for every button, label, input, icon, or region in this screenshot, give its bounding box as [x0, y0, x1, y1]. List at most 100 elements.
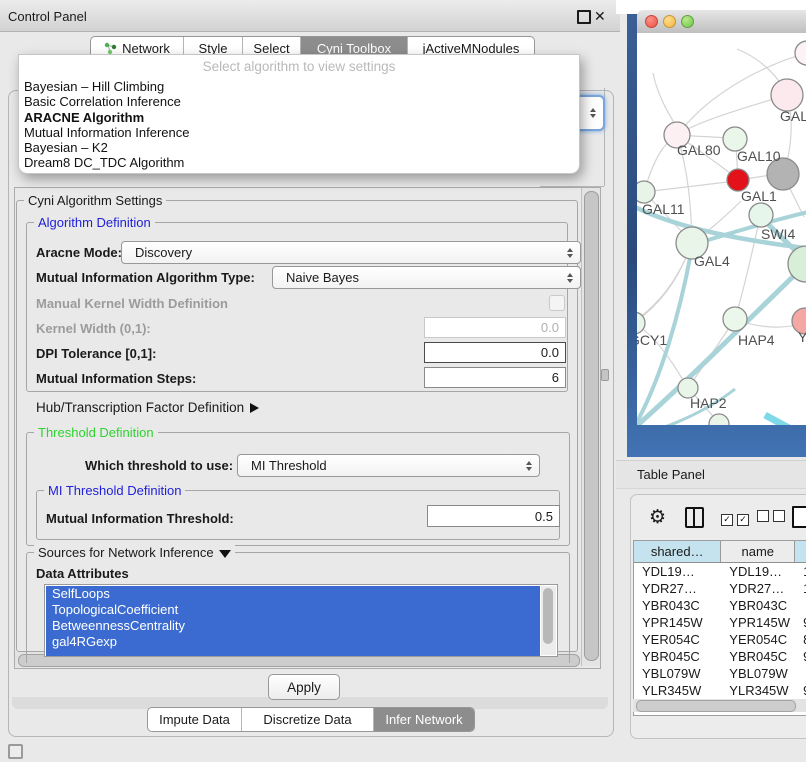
algorithm-option[interactable]: Bayesian – Hill Climbing: [24, 79, 579, 94]
sources-title: Sources for Network Inference: [34, 545, 235, 560]
attribute-item-partial: [46, 650, 540, 656]
algorithm-option[interactable]: Basic Correlation Inference: [24, 94, 579, 109]
node-label-gal1: GAL1: [741, 188, 777, 204]
mi-algorithm-type-value: Naive Bayes: [286, 270, 359, 285]
list-scrollbar-thumb[interactable]: [543, 588, 553, 644]
combo-arrows-icon: [590, 108, 596, 118]
groupbox-fragment: [540, 186, 604, 187]
algorithm-dropdown-popup: Select algorithm to view settings Bayesi…: [18, 54, 580, 174]
minimize-traffic-light-icon[interactable]: [663, 15, 676, 28]
tab-infer-network[interactable]: Infer Network: [374, 708, 474, 731]
table-cell: YPR145W: [634, 615, 721, 630]
table-row[interactable]: YBR043CYBR043C: [634, 597, 806, 614]
table-row[interactable]: YLR345WYLR345W9.: [634, 682, 806, 699]
mi-algorithm-type-combo[interactable]: Naive Bayes: [272, 266, 581, 289]
manual-kernel-checkbox[interactable]: [549, 295, 565, 311]
node-cut-top[interactable]: [795, 41, 806, 65]
mi-threshold-field[interactable]: 0.5: [427, 505, 560, 527]
kernel-width-label: Kernel Width (0,1):: [36, 321, 151, 336]
kernel-width-value: 0.0: [541, 320, 559, 335]
hub-definition-label: Hub/Transcription Factor Definition: [36, 400, 244, 415]
dpi-tolerance-field[interactable]: 0.0: [424, 342, 566, 363]
mi-threshold-group-title: MI Threshold Definition: [44, 483, 185, 498]
column-header-2[interactable]: name: [721, 541, 795, 562]
network-graph: GALGAL80GAL10GAL1GAL11SWI4GAL4GCY1HAP4YH…: [637, 33, 806, 425]
apply-button[interactable]: Apply: [268, 674, 340, 700]
export-table-icon[interactable]: [792, 506, 806, 528]
table-cell: YLR345W: [634, 683, 721, 698]
tab-discretize-data[interactable]: Discretize Data: [242, 708, 374, 731]
table-cell: YDL19…: [721, 564, 795, 579]
node-label-gal80: GAL80: [677, 142, 721, 158]
column-header-3[interactable]: A: [795, 541, 806, 562]
data-attributes-list[interactable]: SelfLoopsTopologicalCoefficientBetweenne…: [44, 584, 558, 657]
node-hap4[interactable]: [723, 307, 747, 331]
float-window-icon[interactable]: [577, 10, 591, 24]
node-pink-top[interactable]: [771, 79, 803, 111]
node-gal11[interactable]: [637, 181, 655, 203]
collapse-down-icon[interactable]: [219, 550, 231, 558]
close-icon[interactable]: ✕: [594, 9, 606, 23]
table-row[interactable]: YDR27…YDR27…12: [634, 580, 806, 597]
node-table[interactable]: shared…nameA YDL19…YDL19…13YDR27…YDR27…1…: [633, 540, 806, 716]
aracne-mode-combo[interactable]: Discovery: [121, 241, 581, 264]
close-traffic-light-icon[interactable]: [645, 15, 658, 28]
dock-panel-icon[interactable]: [8, 744, 23, 759]
attribute-item[interactable]: gal4RGexp: [46, 634, 540, 650]
mi-algorithm-type-label: Mutual Information Algorithm Type:: [36, 270, 255, 285]
select-all-checks-icon[interactable]: ✓✓: [721, 510, 753, 526]
algorithm-option[interactable]: Bayesian – K2: [24, 140, 579, 155]
table-body: YDL19…YDL19…13YDR27…YDR27…12YBR043CYBR04…: [634, 563, 806, 716]
gear-icon[interactable]: ⚙: [649, 507, 666, 527]
table-horizontal-scrollbar[interactable]: [633, 699, 806, 712]
node-label-hap2: HAP2: [690, 395, 727, 411]
unchecked-box-icon: [757, 510, 769, 522]
combo-arrows-icon: [526, 461, 532, 471]
algorithm-option[interactable]: ARACNE Algorithm: [24, 110, 579, 125]
table-row[interactable]: YBR045CYBR045C9.: [634, 648, 806, 665]
network-window-titlebar[interactable]: [637, 10, 806, 34]
table-row[interactable]: YBL079WYBL079W: [634, 665, 806, 682]
algorithm-option[interactable]: Mutual Information Inference: [24, 125, 579, 140]
hub-definition-toggle[interactable]: Hub/Transcription Factor Definition: [36, 400, 259, 415]
combo-arrows-icon: [567, 273, 573, 283]
table-row[interactable]: YER054CYER054C8.: [634, 631, 806, 648]
manual-kernel-label: Manual Kernel Width Definition: [36, 296, 228, 311]
vertical-scrollbar[interactable]: [581, 188, 600, 666]
attribute-item[interactable]: SelfLoops: [46, 586, 540, 602]
attribute-item[interactable]: TopologicalCoefficient: [46, 602, 540, 618]
algorithm-definition-title: Algorithm Definition: [34, 215, 155, 230]
zoom-traffic-light-icon[interactable]: [681, 15, 694, 28]
table-cell: YBR045C: [634, 649, 721, 664]
vertical-scrollbar-thumb[interactable]: [584, 191, 599, 661]
tab-label: Infer Network: [385, 712, 462, 727]
bottom-tabs: Impute DataDiscretize Data Infer Network: [147, 707, 475, 732]
split-pane-handle[interactable]: [601, 369, 609, 381]
mi-steps-field[interactable]: 6: [424, 367, 566, 388]
node-label-gal: GAL: [780, 108, 806, 124]
which-threshold-value: MI Threshold: [251, 458, 327, 473]
control-panel-title: Control Panel: [8, 9, 87, 24]
table-cell: 9.: [795, 615, 806, 630]
table-cell: 9.: [795, 683, 806, 698]
table-row[interactable]: YPR145WYPR145W9.: [634, 614, 806, 631]
node-swi4[interactable]: [749, 203, 773, 227]
attribute-items: SelfLoopsTopologicalCoefficientBetweenne…: [46, 586, 540, 656]
table-cell: YDL19…: [634, 564, 721, 579]
table-cell: YBL079W: [634, 666, 721, 681]
attribute-item[interactable]: BetweennessCentrality: [46, 618, 540, 634]
list-scrollbar[interactable]: [541, 586, 556, 655]
network-canvas[interactable]: GALGAL80GAL10GAL1GAL11SWI4GAL4GCY1HAP4YH…: [637, 33, 806, 425]
which-threshold-combo[interactable]: MI Threshold: [237, 454, 540, 477]
tab-impute-data[interactable]: Impute Data: [148, 708, 242, 731]
combo-arrows-icon: [567, 248, 573, 258]
columns-icon[interactable]: [685, 507, 704, 528]
table-row[interactable]: YDL19…YDL19…13: [634, 563, 806, 580]
table-scrollbar-thumb[interactable]: [636, 700, 796, 712]
column-header-1[interactable]: shared…: [634, 541, 721, 562]
algorithm-option[interactable]: Dream8 DC_TDC Algorithm: [24, 155, 579, 170]
expand-right-icon: [250, 403, 259, 413]
deselect-all-checks-icon[interactable]: [757, 510, 789, 525]
table-cell: YER054C: [721, 632, 795, 647]
kernel-width-field[interactable]: 0.0: [424, 317, 566, 338]
